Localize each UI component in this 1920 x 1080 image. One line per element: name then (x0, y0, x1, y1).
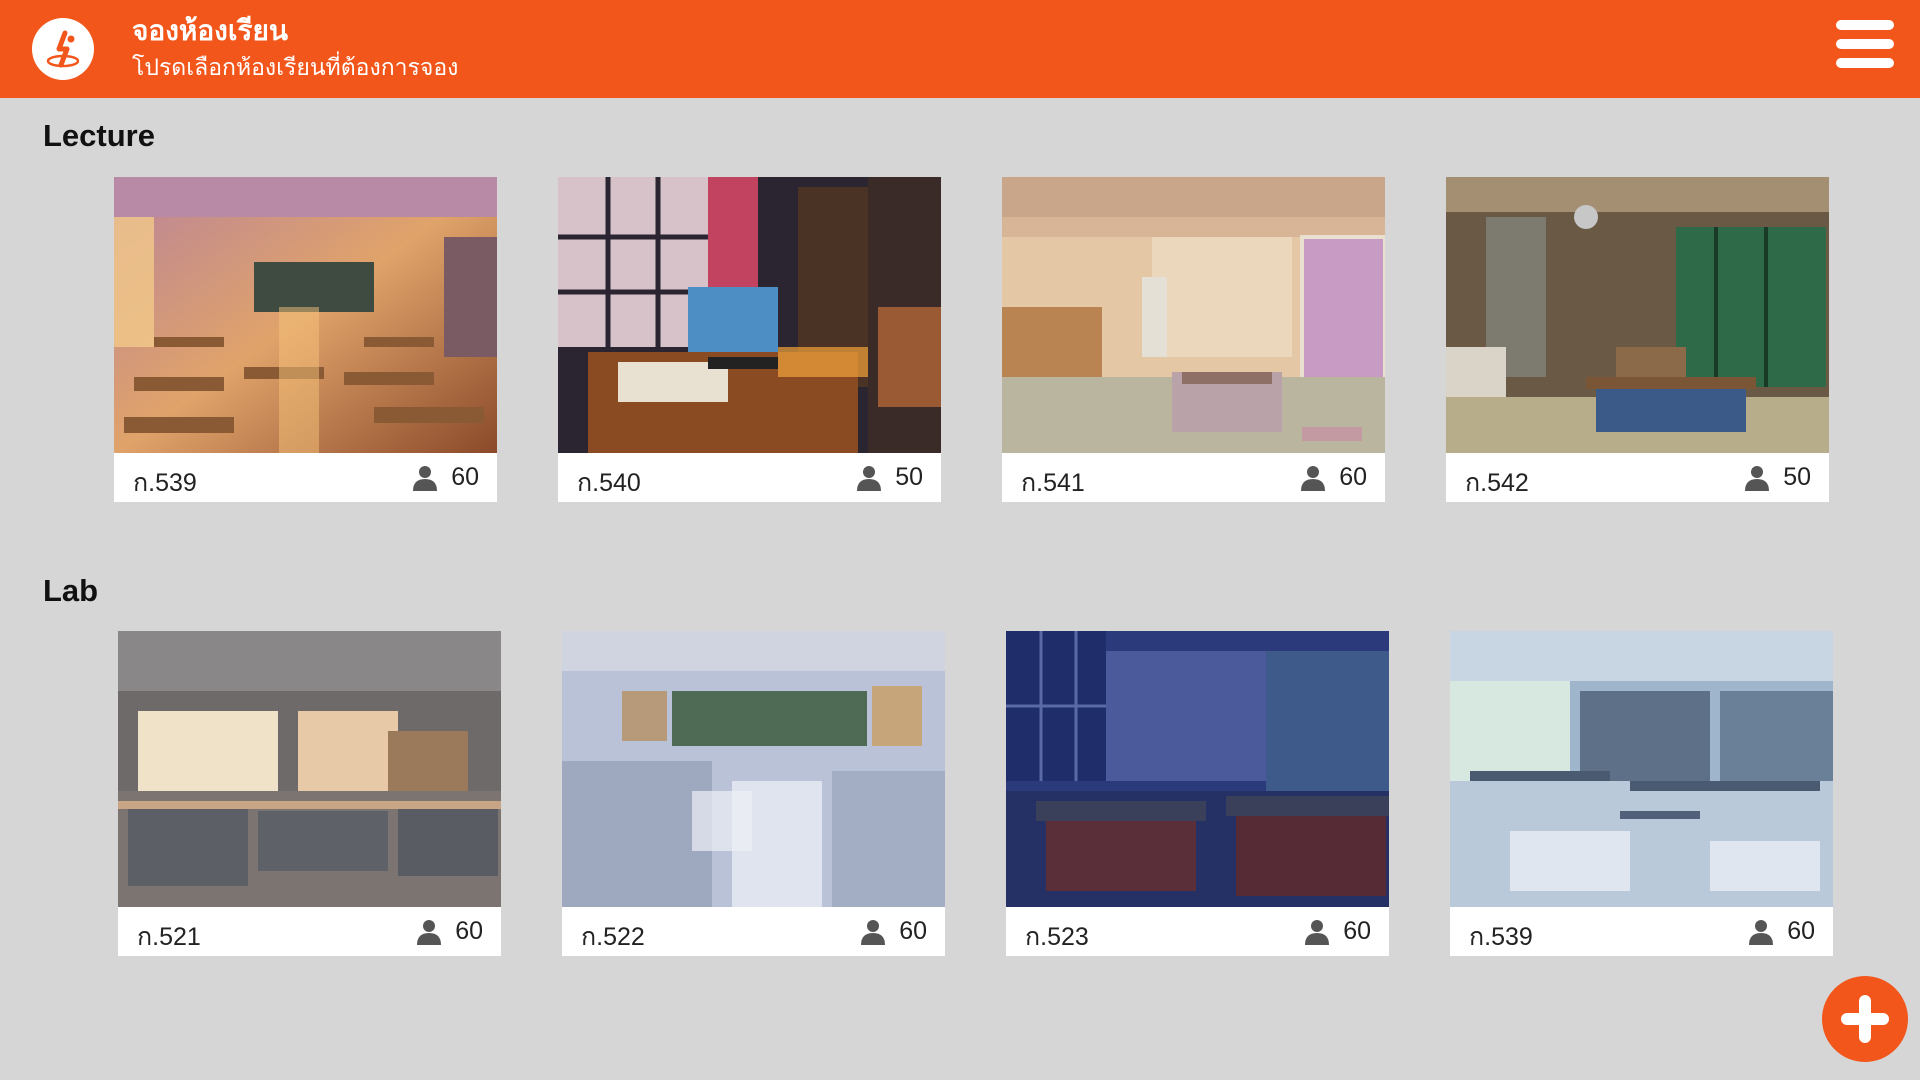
room-name: ก.541 (1021, 469, 1085, 497)
section-title-lab: Lab (43, 573, 99, 608)
room-info: ก.522 60 (562, 907, 945, 956)
room-image (1006, 631, 1389, 907)
room-capacity: 60 (1787, 917, 1815, 945)
room-capacity: 60 (455, 917, 483, 945)
room-info: ก.540 50 (558, 453, 941, 502)
room-capacity: 50 (895, 463, 923, 491)
person-icon (857, 465, 881, 491)
person-icon (413, 465, 437, 491)
room-image (1446, 177, 1829, 453)
runner-logo-icon[interactable] (32, 18, 94, 80)
person-icon (1305, 919, 1329, 945)
room-name: ก.522 (581, 923, 645, 951)
room-info: ก.539 60 (1450, 907, 1833, 956)
section-title-lecture: Lecture (43, 118, 155, 153)
add-button[interactable] (1822, 976, 1908, 1062)
room-card[interactable]: ก.541 60 (1002, 177, 1385, 502)
room-name: ก.521 (137, 923, 201, 951)
person-icon (1749, 919, 1773, 945)
room-capacity: 50 (1783, 463, 1811, 491)
person-icon (1301, 465, 1325, 491)
room-image (114, 177, 497, 453)
hamburger-menu-icon[interactable] (1836, 20, 1894, 68)
room-name: ก.542 (1465, 469, 1529, 497)
room-capacity: 60 (1339, 463, 1367, 491)
room-name: ก.523 (1025, 923, 1089, 951)
room-card[interactable]: ก.539 60 (1450, 631, 1833, 956)
room-capacity: 60 (451, 463, 479, 491)
plus-icon (1841, 995, 1889, 1043)
room-capacity: 60 (1343, 917, 1371, 945)
room-info: ก.521 60 (118, 907, 501, 956)
room-name: ก.539 (133, 469, 197, 497)
room-capacity: 60 (899, 917, 927, 945)
room-image (1450, 631, 1833, 907)
room-info: ก.541 60 (1002, 453, 1385, 502)
person-icon (417, 919, 441, 945)
page-title: จองห้องเรียน (132, 14, 288, 47)
person-icon (861, 919, 885, 945)
room-card[interactable]: ก.523 60 (1006, 631, 1389, 956)
room-name: ก.540 (577, 469, 641, 497)
room-name: ก.539 (1469, 923, 1533, 951)
room-card[interactable]: ก.540 50 (558, 177, 941, 502)
room-card[interactable]: ก.539 60 (114, 177, 497, 502)
page-subtitle: โปรดเลือกห้องเรียนที่ต้องการจอง (132, 55, 459, 81)
room-image (558, 177, 941, 453)
room-image (118, 631, 501, 907)
room-image (562, 631, 945, 907)
header-bar: จองห้องเรียน โปรดเลือกห้องเรียนที่ต้องกา… (0, 0, 1920, 98)
room-info: ก.539 60 (114, 453, 497, 502)
room-card[interactable]: ก.522 60 (562, 631, 945, 956)
room-info: ก.542 50 (1446, 453, 1829, 502)
room-card[interactable]: ก.542 50 (1446, 177, 1829, 502)
room-image (1002, 177, 1385, 453)
person-icon (1745, 465, 1769, 491)
room-card[interactable]: ก.521 60 (118, 631, 501, 956)
room-info: ก.523 60 (1006, 907, 1389, 956)
